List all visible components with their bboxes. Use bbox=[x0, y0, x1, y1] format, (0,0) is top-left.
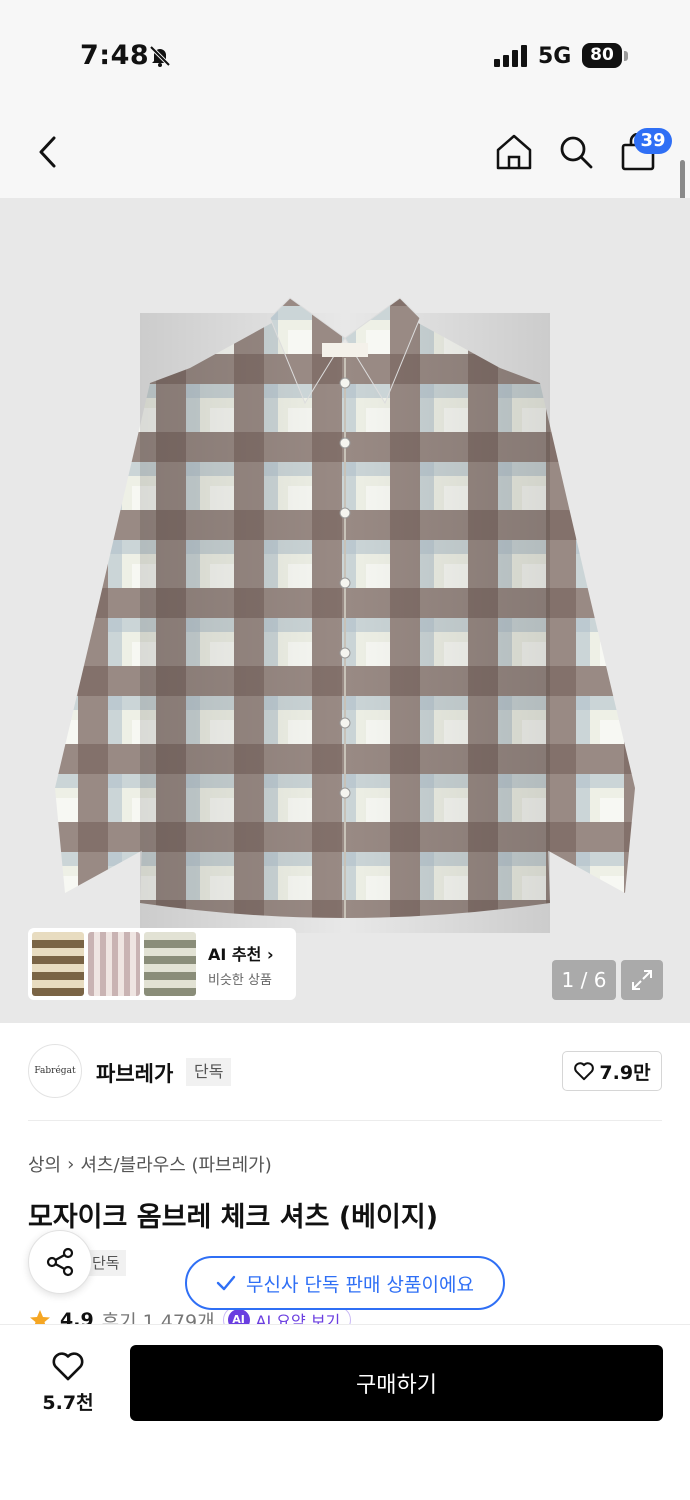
expand-image-button[interactable] bbox=[621, 960, 663, 1000]
breadcrumb: 상의 › 셔츠/블라우스 (파브레가) bbox=[28, 1151, 272, 1177]
share-icon bbox=[46, 1247, 74, 1277]
recommend-thumb-2[interactable] bbox=[88, 932, 140, 996]
product-title: 모자이크 옴브레 체크 셔츠 (베이지) bbox=[28, 1202, 439, 1233]
battery-tip bbox=[624, 51, 628, 61]
exclusive-toast: 무신사 단독 판매 상품이에요 bbox=[185, 1256, 505, 1310]
share-button[interactable] bbox=[28, 1230, 92, 1294]
breadcrumb-category[interactable]: 상의 bbox=[28, 1151, 61, 1177]
search-button[interactable] bbox=[552, 128, 600, 176]
chevron-right-icon: › bbox=[67, 1153, 75, 1175]
brand-like-button[interactable]: 7.9만 bbox=[562, 1051, 662, 1091]
search-icon bbox=[560, 136, 593, 169]
status-bar: 7:48 5G 80 bbox=[0, 0, 690, 110]
brand-logo[interactable]: Fabrégat bbox=[28, 1044, 82, 1098]
heart-icon bbox=[574, 1062, 595, 1081]
ai-recommend-strip[interactable]: AI 추천 › 비슷한 상품 bbox=[28, 928, 296, 1000]
recommend-thumb-3[interactable] bbox=[144, 932, 196, 996]
home-icon bbox=[496, 134, 532, 170]
cart-count-badge: 39 bbox=[634, 128, 672, 154]
signal-icon bbox=[494, 45, 527, 67]
recommend-thumb-1[interactable] bbox=[32, 932, 84, 996]
check-icon bbox=[216, 1275, 236, 1291]
status-time: 7:48 bbox=[80, 40, 150, 71]
exclusive-badge: 단독 bbox=[186, 1058, 232, 1086]
brand-name[interactable]: 파브레가 bbox=[96, 1058, 173, 1088]
bell-slash-icon bbox=[149, 45, 171, 67]
product-image-carousel[interactable]: AI 추천 › 비슷한 상품 1 / 6 bbox=[0, 198, 690, 1023]
divider bbox=[28, 1120, 662, 1121]
breadcrumb-subcategory[interactable]: 셔츠/블라우스 (파브레가) bbox=[80, 1151, 271, 1177]
ai-recommend-subtitle: 비슷한 상품 bbox=[208, 972, 272, 988]
ai-recommend-label[interactable]: AI 추천 › 비슷한 상품 bbox=[208, 941, 274, 988]
expand-icon bbox=[632, 970, 652, 990]
chevron-right-icon: › bbox=[266, 944, 274, 964]
product-photo bbox=[55, 297, 635, 933]
buy-button[interactable]: 구매하기 bbox=[130, 1345, 663, 1421]
battery-level: 80 bbox=[582, 43, 622, 68]
wishlist-button[interactable]: 5.7천 bbox=[28, 1344, 108, 1420]
back-chevron-icon bbox=[39, 136, 56, 168]
top-nav bbox=[0, 110, 690, 198]
home-button[interactable] bbox=[490, 128, 538, 176]
back-button[interactable] bbox=[24, 128, 72, 176]
ai-recommend-title: AI 추천 › bbox=[208, 944, 274, 964]
brand-like-count: 7.9만 bbox=[599, 1061, 651, 1084]
toast-text: 무신사 단독 판매 상품이에요 bbox=[246, 1273, 474, 1296]
wishlist-count: 5.7천 bbox=[42, 1391, 94, 1414]
heart-icon bbox=[52, 1351, 84, 1380]
network-type: 5G bbox=[538, 44, 572, 69]
image-counter: 1 / 6 bbox=[552, 960, 616, 1000]
